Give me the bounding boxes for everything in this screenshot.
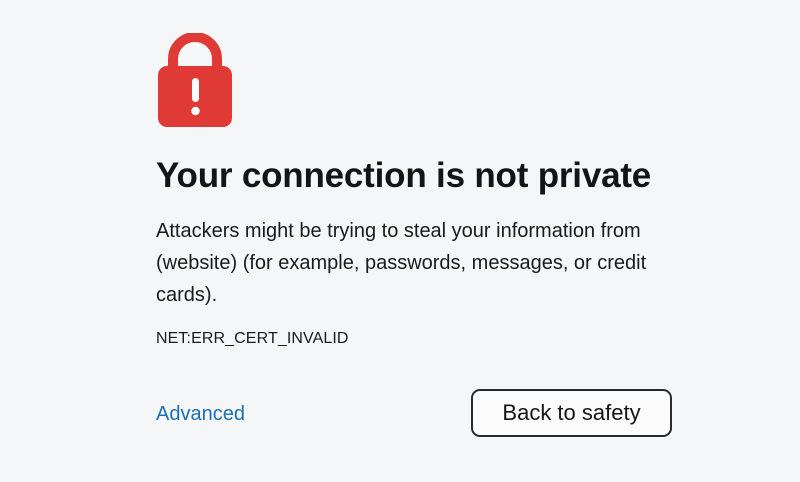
warning-description: Attackers might be trying to steal your …: [156, 220, 647, 306]
advanced-link[interactable]: Advanced: [156, 401, 245, 427]
lock-warning-icon: [156, 33, 234, 128]
privacy-error-page: Your connection is not private Attackers…: [0, 0, 800, 482]
back-to-safety-button[interactable]: Back to safety: [471, 389, 672, 437]
page-title: Your connection is not private: [156, 156, 652, 195]
error-code: NET:ERR_CERT_INVALID: [156, 330, 349, 347]
